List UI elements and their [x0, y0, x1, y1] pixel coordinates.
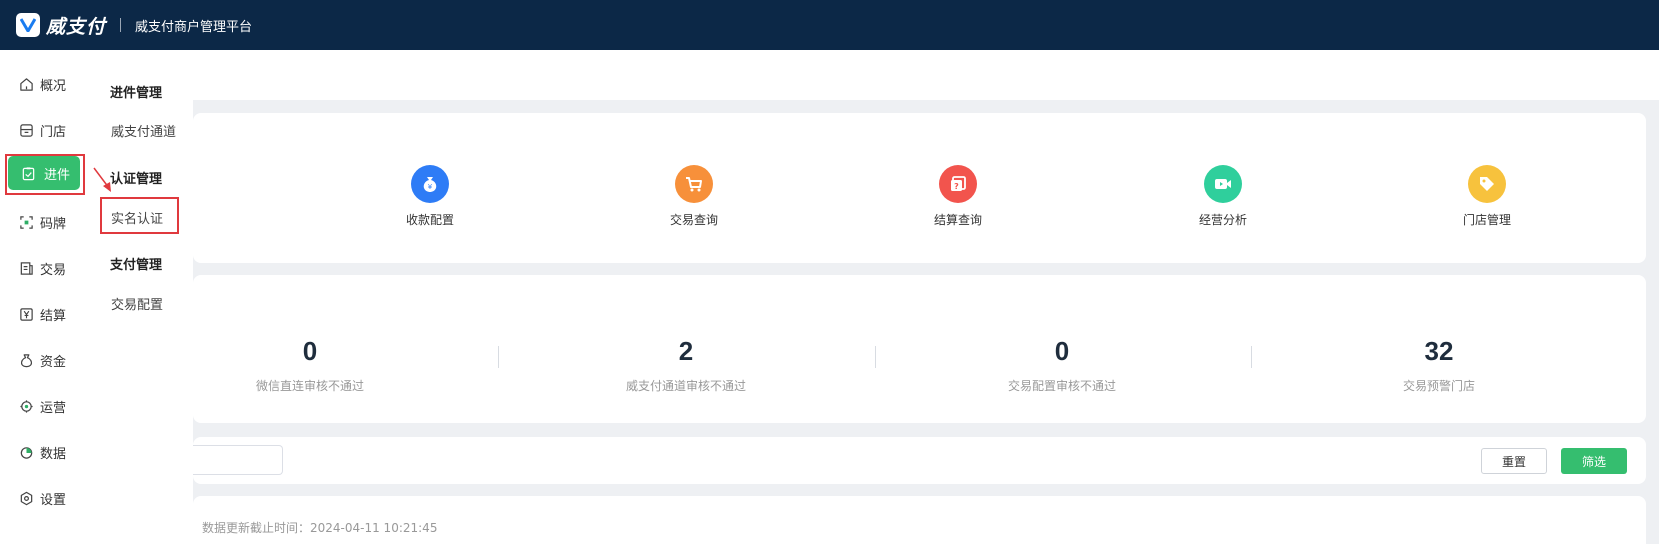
- yen-icon: [18, 306, 34, 322]
- question-card-icon: ?: [939, 165, 977, 203]
- quick-action-payment-config[interactable]: ¥ 收款配置: [390, 165, 470, 228]
- title-divider: [120, 18, 122, 32]
- svg-text:?: ?: [954, 182, 959, 191]
- nav-item-qrcode[interactable]: 码牌: [0, 202, 88, 242]
- nav-item-label: 码牌: [40, 216, 67, 232]
- qrcode-icon: [18, 214, 34, 230]
- store-icon: [18, 122, 34, 138]
- filter-input[interactable]: [193, 445, 283, 475]
- quick-action-label: 门店管理: [1462, 213, 1511, 227]
- stat-wechat-rejected[interactable]: 0 微信直连审核不通过: [190, 336, 430, 394]
- submenu-group-title: 支付管理: [110, 258, 163, 273]
- quick-action-settlement-query[interactable]: ? 结算查询: [918, 165, 998, 228]
- pie-chart-icon: [18, 444, 34, 460]
- operation-icon: [18, 398, 34, 414]
- nav-item-data[interactable]: 数据: [0, 432, 88, 472]
- quick-action-label: 收款配置: [405, 213, 454, 227]
- stat-label: 威支付通道审核不通过: [625, 379, 746, 393]
- stat-divider: [498, 346, 499, 368]
- stat-label: 微信直连审核不通过: [255, 379, 364, 393]
- annotation-arrow-icon: [93, 167, 111, 192]
- highlight-box-onboarding: [5, 154, 85, 195]
- svg-text:¥: ¥: [428, 183, 433, 191]
- logo[interactable]: 威支付: [16, 12, 106, 39]
- home-icon: [18, 76, 34, 92]
- quick-action-label: 交易查询: [669, 213, 718, 227]
- settings-icon: [18, 490, 34, 506]
- submenu-group-title: 进件管理: [110, 86, 163, 101]
- stat-warning-stores[interactable]: 32 交易预警门店: [1319, 336, 1559, 394]
- filter-button[interactable]: 筛选: [1561, 448, 1627, 474]
- stat-value: 0: [302, 336, 318, 366]
- nav-item-label: 交易: [40, 262, 67, 278]
- quick-action-business-analysis[interactable]: 经营分析: [1183, 165, 1263, 228]
- stat-label: 交易预警门店: [1402, 379, 1475, 393]
- stat-trade-config-rejected[interactable]: 0 交易配置审核不通过: [942, 336, 1182, 394]
- nav-item-store[interactable]: 门店: [0, 110, 88, 150]
- nav-item-settlement[interactable]: 结算: [0, 294, 88, 334]
- data-update-time: 数据更新截止时间：2024-04-11 10:21:45: [202, 521, 438, 535]
- moneybag-icon: [18, 352, 34, 368]
- quick-action-store-management[interactable]: 门店管理: [1447, 165, 1527, 228]
- nav-item-label: 结算: [40, 308, 67, 324]
- cart-icon: [675, 165, 713, 203]
- stat-divider: [875, 346, 876, 368]
- quick-action-label: 经营分析: [1198, 213, 1247, 227]
- main-nav-rail: 概况 门店 进件 码牌 交易 结算 资金 运营 数据 设置: [0, 50, 88, 544]
- submenu-panel: 进件管理 威支付通道 认证管理 实名认证 支付管理 交易配置: [88, 50, 193, 544]
- stat-label: 交易配置审核不通过: [1007, 379, 1116, 393]
- document-icon: [18, 260, 34, 276]
- top-bar: 威支付 威支付商户管理平台: [0, 0, 1659, 50]
- nav-item-label: 资金: [40, 354, 67, 370]
- reset-button[interactable]: 重置: [1481, 448, 1547, 474]
- nav-item-label: 门店: [40, 124, 67, 140]
- nav-item-label: 概况: [40, 78, 67, 94]
- nav-item-label: 数据: [40, 446, 67, 462]
- submenu-item-trade-config[interactable]: 交易配置: [111, 294, 163, 313]
- stat-value: 2: [678, 336, 694, 366]
- quick-action-label: 结算查询: [933, 213, 982, 227]
- filter-card: [193, 437, 1646, 484]
- nav-item-trade[interactable]: 交易: [0, 248, 88, 288]
- logo-v-icon: [16, 13, 40, 37]
- nav-item-label: 设置: [40, 492, 67, 508]
- submenu-item-channel[interactable]: 威支付通道: [111, 121, 176, 140]
- nav-item-operation[interactable]: 运营: [0, 386, 88, 426]
- stat-value: 32: [1424, 336, 1454, 366]
- stat-channel-rejected[interactable]: 2 威支付通道审核不通过: [566, 336, 806, 394]
- moneybag-icon: ¥: [411, 165, 449, 203]
- nav-item-label: 运营: [40, 400, 67, 416]
- stat-divider: [1251, 346, 1252, 368]
- nav-item-funds[interactable]: 资金: [0, 340, 88, 380]
- logo-text: 威支付: [46, 15, 107, 38]
- submenu-group-title: 认证管理: [110, 172, 163, 187]
- video-icon: [1204, 165, 1242, 203]
- stat-value: 0: [1054, 336, 1070, 366]
- nav-item-settings[interactable]: 设置: [0, 478, 88, 518]
- nav-item-overview[interactable]: 概况: [0, 64, 88, 104]
- quick-action-trade-query[interactable]: 交易查询: [654, 165, 734, 228]
- highlight-box-realname: [100, 197, 179, 234]
- content-header: [193, 50, 1659, 100]
- platform-title: 威支付商户管理平台: [135, 19, 253, 35]
- tag-icon: [1468, 165, 1506, 203]
